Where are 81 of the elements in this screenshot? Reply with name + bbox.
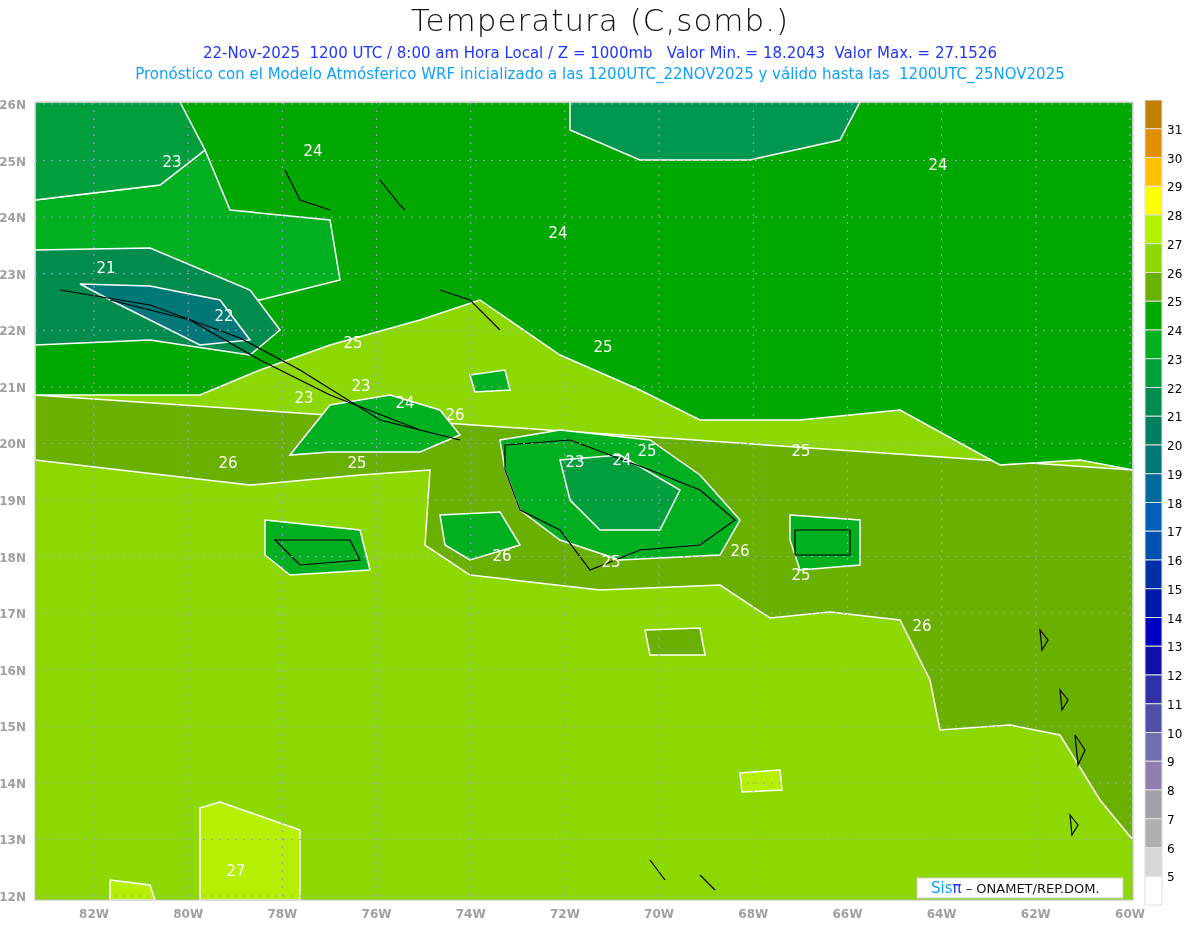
longitude-label: 64W [926,907,957,921]
scale-label: 13 [1167,640,1183,655]
contour-label: 23 [351,377,371,395]
contour-label: 24 [303,142,323,160]
longitude-label: 68W [738,907,769,921]
contour-label: 25 [343,334,363,352]
scale-label: 5 [1167,870,1175,885]
longitude-label: 66W [832,907,863,921]
latitude-label: 26N [0,100,26,112]
chart-title: Temperatura (C,somb.) [410,2,790,40]
scale-label: 19 [1167,467,1183,482]
contour-label: 26 [492,547,512,565]
latitude-label: 23N [0,267,26,282]
scale-label: 27 [1167,237,1183,252]
contour-label: 22 [214,307,234,325]
scale-label: 20 [1167,439,1183,453]
scale-label: 11 [1167,697,1183,712]
scale-label: 24 [1167,324,1183,338]
forecast-description: Pronóstico con el Modelo Atmósferico WRF inicializado a las 1200UTC_22NOV2025 y válido hasta las 1200UTC_25NOV2025 [135,65,1065,83]
contour-label: 26 [218,454,238,472]
latitude-label: 18N [0,550,26,565]
latitude-label: 21N [0,380,26,395]
contour-label: 27 [226,862,246,880]
scale-label: 18 [1167,496,1183,511]
scale-label: 16 [1167,554,1183,568]
longitude-label: 74W [455,907,486,921]
scale-label: 15 [1167,582,1183,597]
longitude-label: 72W [549,907,580,921]
scale-label: 12 [1167,669,1183,683]
latitude-label: 17N [0,607,26,622]
latitude-label: 22N [0,324,26,339]
scale-label: 26 [1167,266,1183,281]
scale-label: 21 [1167,410,1183,425]
longitude-label: 80W [173,907,204,921]
scale-label: 23 [1167,352,1183,367]
contour-label: 25 [791,566,811,584]
contour-label: 26 [730,542,750,560]
contour-label: 25 [601,553,621,571]
longitude-label: 76W [361,907,392,921]
latitude-label: 16N [0,663,26,678]
scale-label: 25 [1167,295,1183,310]
latitude-label: 19N [0,494,26,508]
latitude-label: 12N [0,890,26,904]
contour-label: 24 [928,156,948,174]
longitude-label: 62W [1020,907,1051,921]
scale-label: 9 [1167,755,1175,770]
contour-label: 25 [593,338,613,356]
longitude-label: 82W [79,907,109,921]
latitude-label: 13N [0,833,26,848]
scale-label: 30 [1167,151,1183,166]
contour-label: 26 [445,406,465,424]
scale-label: 29 [1167,180,1183,195]
contour-label: 26 [912,617,932,635]
scale-label: 22 [1167,381,1183,396]
contour-label: 24 [612,451,632,469]
contour-label: 25 [791,442,811,460]
contour-label: 23 [294,389,314,407]
latitude-label: 20N [0,437,26,452]
latitude-label: 25N [0,154,26,169]
contour-label: 23 [565,453,585,471]
longitude-label: 78W [267,907,298,921]
longitude-label: 60W [1115,907,1145,921]
contour-label: 25 [637,442,657,460]
latitude-label: 14N [0,776,26,791]
scale-label: 8 [1167,784,1175,798]
scale-label: 6 [1167,841,1175,856]
chart-subtitle: 22-Nov-2025 1200 UTC / 8:00 am Hora Local / Z = 1000mb Valor Min. = 18.2043 Valor Max. = 27.1526 [203,44,997,62]
contour-label: 25 [347,454,367,472]
latitude-label: 15N [0,720,26,735]
contour-label: 21 [96,259,116,277]
latitude-label: 24N [0,211,26,226]
contour-label: 23 [162,153,182,171]
scale-label: 17 [1167,525,1183,540]
scale-label: 10 [1167,726,1183,741]
longitude-label: 70W [644,907,675,921]
contour-label: 24 [548,224,568,242]
scale-label: 14 [1167,611,1183,626]
scale-label: 7 [1167,812,1175,827]
scale-label: 28 [1167,209,1183,223]
credit-text: Sisπ – ONAMET/REP.DOM. [931,879,1100,897]
scale-label: 31 [1167,122,1183,137]
